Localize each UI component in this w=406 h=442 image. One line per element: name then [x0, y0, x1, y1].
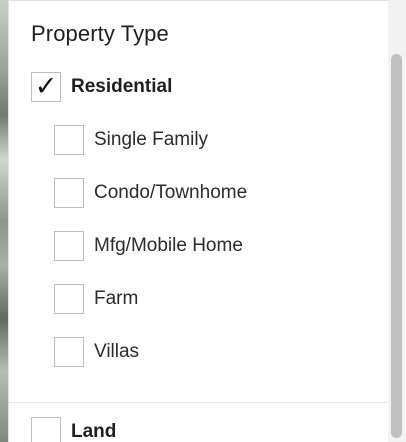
checkbox-row-farm[interactable]: Farm — [54, 284, 138, 314]
condo-townhome-label: Condo/Townhome — [94, 182, 248, 203]
farm-checkbox[interactable] — [54, 284, 84, 314]
section-title: Property Type — [31, 21, 169, 46]
farm-label: Farm — [94, 288, 139, 309]
mfg-mobile-home-label: Mfg/Mobile Home — [94, 235, 243, 256]
residential-checkbox[interactable]: ✓ — [31, 72, 61, 102]
property-type-filter-panel: Property Type ✓ Residential Single Famil… — [8, 0, 388, 442]
single-family-checkbox[interactable] — [54, 125, 84, 155]
residential-label: Residential — [71, 76, 173, 97]
section-divider — [9, 402, 388, 403]
checkbox-row-villas[interactable]: Villas — [54, 337, 139, 367]
checkbox-row-residential[interactable]: ✓ Residential — [31, 72, 172, 102]
single-family-label: Single Family — [94, 129, 209, 150]
villas-label: Villas — [94, 341, 140, 362]
villas-checkbox[interactable] — [54, 337, 84, 367]
land-checkbox[interactable] — [31, 417, 61, 442]
checkbox-row-condo-townhome[interactable]: Condo/Townhome — [54, 178, 247, 208]
checkbox-row-mfg-mobile-home[interactable]: Mfg/Mobile Home — [54, 231, 243, 261]
condo-townhome-checkbox[interactable] — [54, 178, 84, 208]
checkmark-icon: ✓ — [34, 71, 58, 102]
mfg-mobile-home-checkbox[interactable] — [54, 231, 84, 261]
land-label: Land — [71, 421, 117, 442]
scrollbar-thumb[interactable] — [391, 54, 402, 438]
background-image-edge — [0, 0, 8, 442]
checkbox-row-land[interactable]: Land — [31, 417, 116, 442]
checkbox-row-single-family[interactable]: Single Family — [54, 125, 208, 155]
